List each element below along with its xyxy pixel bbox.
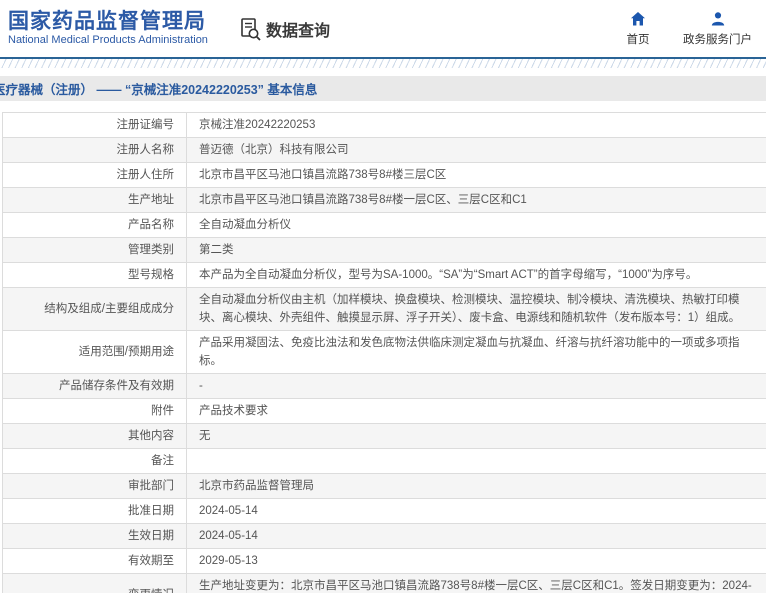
page: 国家药品监督管理局 National Medical Products Admi…: [0, 0, 766, 593]
spacer: [0, 101, 766, 112]
row-value: 产品技术要求: [199, 405, 268, 417]
table-row: 注册人名称 普迈德（北京）科技有限公司: [3, 138, 766, 163]
row-value: 生产地址变更为：北京市昌平区马池口镇昌流路738号8#楼一层C区、三层C区和C1…: [199, 580, 752, 592]
row-value: 第二类: [199, 244, 234, 256]
table-row: 产品储存条件及有效期 -: [3, 374, 766, 399]
nav-portal[interactable]: 政务服务门户: [683, 11, 752, 47]
row-label-text: 有效期至: [128, 555, 174, 567]
row-value: 2024-05-14: [199, 530, 258, 542]
row-label: 产品名称: [3, 213, 187, 237]
table-row: 注册证编号 京械注准20242220253: [3, 113, 766, 138]
page-title: 医疗器械（注册） —— “京械注准20242220253” 基本信息: [0, 83, 318, 97]
row-label: 型号规格: [3, 263, 187, 287]
site-logo: 国家药品监督管理局 National Medical Products Admi…: [8, 10, 208, 47]
table-row: 有效期至 2029-05-13: [3, 549, 766, 574]
row-value: 全自动凝血分析仪: [199, 219, 291, 231]
table-row: 型号规格 本产品为全自动凝血分析仪，型号为SA-1000。“SA”为“Smart…: [3, 263, 766, 288]
row-label-text: 注册人住所: [116, 169, 175, 181]
home-icon: [630, 11, 646, 27]
row-value: 无: [199, 430, 211, 442]
table-row: 注册人住所 北京市昌平区马池口镇昌流路738号8#楼三层C区: [3, 163, 766, 188]
table-row: 生产地址 北京市昌平区马池口镇昌流路738号8#楼一层C区、三层C区和C1: [3, 188, 766, 213]
row-label: 管理类别: [3, 238, 187, 262]
row-value: [187, 449, 766, 473]
row-label-text: 结构及组成/主要组成成分: [44, 303, 174, 315]
registration-info-table: 注册证编号 京械注准20242220253 注册人名称 普迈德（北京）科技有限公…: [2, 112, 766, 593]
table-row: 备注: [3, 449, 766, 474]
row-label-text: 备注: [151, 455, 174, 467]
table-row: 适用范围/预期用途 产品采用凝固法、免疫比浊法和发色底物法供临床测定凝血与抗凝血…: [3, 331, 766, 374]
row-label-text: 生产地址: [128, 194, 174, 206]
row-value: 2029-05-13: [199, 555, 258, 567]
row-label-text: 其他内容: [128, 430, 174, 442]
row-label: 生产地址: [3, 188, 187, 212]
nav-portal-label: 政务服务门户: [683, 33, 752, 46]
row-label: 审批部门: [3, 474, 187, 498]
row-label-text: 附件: [151, 405, 174, 417]
data-query-icon: [240, 17, 262, 41]
row-label: 注册人名称: [3, 138, 187, 162]
row-label-text: 产品储存条件及有效期: [59, 380, 174, 392]
row-label: 适用范围/预期用途: [3, 331, 187, 373]
table-row: 管理类别 第二类: [3, 238, 766, 263]
row-value: 京械注准20242220253: [199, 119, 316, 131]
row-value: 北京市昌平区马池口镇昌流路738号8#楼三层C区: [199, 169, 447, 181]
row-label: 变更情况: [3, 574, 187, 593]
row-label: 附件: [3, 399, 187, 423]
data-query-section: 数据查询: [240, 17, 330, 41]
user-icon: [710, 11, 726, 27]
row-value: -: [199, 380, 203, 392]
spacer: [0, 68, 766, 76]
table-row: 批准日期 2024-05-14: [3, 499, 766, 524]
row-label: 注册证编号: [3, 113, 187, 137]
row-label-text: 适用范围/预期用途: [78, 346, 174, 358]
row-value: 普迈德（北京）科技有限公司: [199, 144, 349, 156]
table-row: 产品名称 全自动凝血分析仪: [3, 213, 766, 238]
table-row: 其他内容 无: [3, 424, 766, 449]
table-row: 生效日期 2024-05-14: [3, 524, 766, 549]
row-label-text: 注册人名称: [116, 144, 175, 156]
row-label-text: 型号规格: [128, 269, 174, 281]
row-label-text: 变更情况: [128, 586, 174, 593]
row-label-text: 注册证编号: [116, 119, 175, 131]
row-label-text: 审批部门: [128, 480, 174, 492]
row-label: 产品储存条件及有效期: [3, 374, 187, 398]
row-value: 本产品为全自动凝血分析仪，型号为SA-1000。“SA”为“Smart ACT”…: [199, 269, 698, 281]
nav-home-label: 首页: [626, 33, 650, 46]
row-label: 有效期至: [3, 549, 187, 573]
table-row: 附件 产品技术要求: [3, 399, 766, 424]
row-label-text: 产品名称: [128, 219, 174, 231]
row-label-text: 管理类别: [128, 244, 174, 256]
row-label: 其他内容: [3, 424, 187, 448]
row-label: 生效日期: [3, 524, 187, 548]
site-header: 国家药品监督管理局 National Medical Products Admi…: [0, 0, 766, 57]
row-value: 全自动凝血分析仪由主机（加样模块、换盘模块、检测模块、温控模块、制冷模块、清洗模…: [199, 294, 741, 324]
table-row: 结构及组成/主要组成成分 全自动凝血分析仪由主机（加样模块、换盘模块、检测模块、…: [3, 288, 766, 331]
table-row: 审批部门 北京市药品监督管理局: [3, 474, 766, 499]
content-area: 注册证编号 京械注准20242220253 注册人名称 普迈德（北京）科技有限公…: [0, 112, 766, 593]
logo-title: 国家药品监督管理局: [8, 10, 206, 33]
top-nav: 首页 政务服务门户: [619, 11, 756, 47]
row-label: 备注: [3, 449, 187, 473]
row-label-text: 生效日期: [128, 530, 174, 542]
page-title-bar: 医疗器械（注册） —— “京械注准20242220253” 基本信息: [0, 76, 766, 101]
row-label: 结构及组成/主要组成成分: [3, 288, 187, 330]
nav-home[interactable]: 首页: [619, 11, 657, 47]
row-value: 北京市药品监督管理局: [199, 480, 314, 492]
row-value: 2024-05-14: [199, 505, 258, 517]
row-value: 产品采用凝固法、免疫比浊法和发色底物法供临床测定凝血与抗凝血、纤溶与抗纤溶功能中…: [199, 337, 740, 367]
row-label: 注册人住所: [3, 163, 187, 187]
row-label: 批准日期: [3, 499, 187, 523]
table-row: 变更情况 生产地址变更为：北京市昌平区马池口镇昌流路738号8#楼一层C区、三层…: [3, 574, 766, 593]
stripe-decoration-band: [0, 59, 766, 68]
logo-subtitle: National Medical Products Administration: [8, 34, 208, 46]
row-value: 北京市昌平区马池口镇昌流路738号8#楼一层C区、三层C区和C1: [199, 194, 527, 206]
data-query-label: 数据查询: [265, 22, 330, 40]
row-label-text: 批准日期: [128, 505, 174, 517]
